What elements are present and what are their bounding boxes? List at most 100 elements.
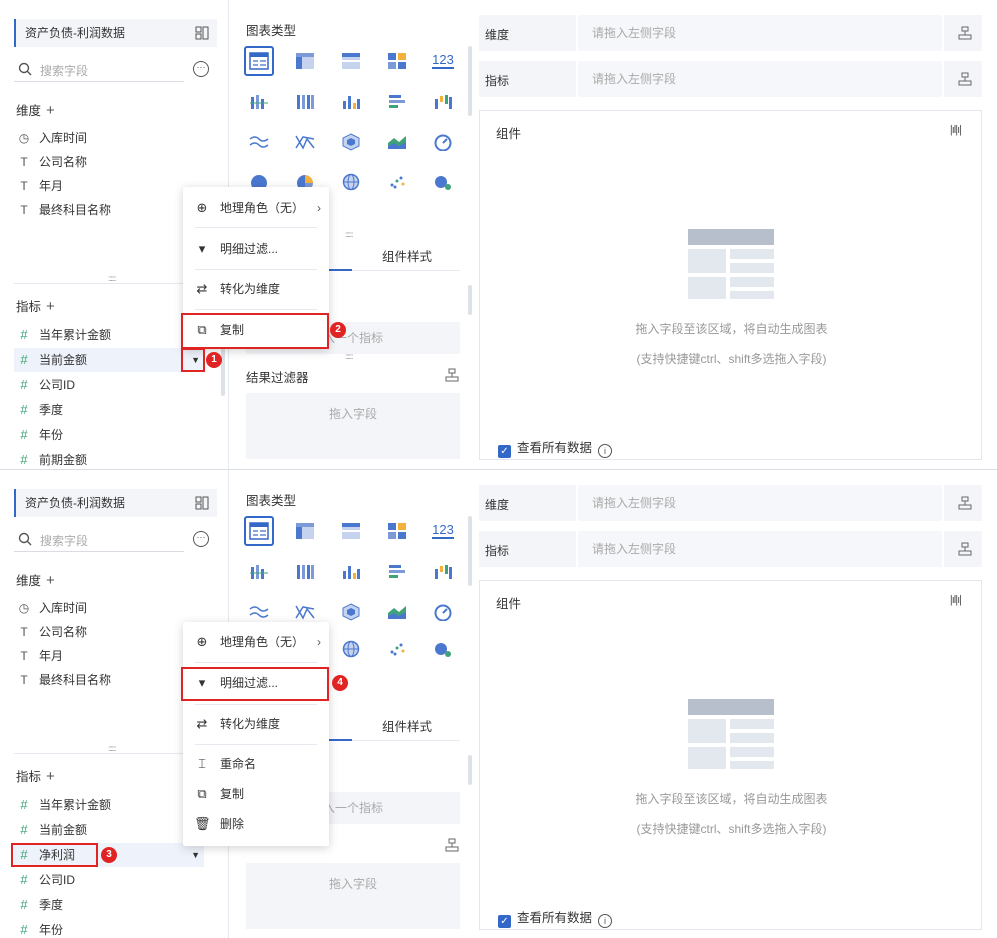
chart-type-switch-icon[interactable]: |ıl|ı| — [950, 594, 962, 606]
menu-item-geo-role[interactable]: ⊕ 地理角色（无） › — [183, 194, 329, 222]
info-icon[interactable]: i — [598, 914, 613, 928]
dimension-field[interactable]: T 公司名称 — [14, 620, 204, 644]
info-icon[interactable]: i — [598, 444, 613, 458]
scatter-chart-icon[interactable] — [382, 167, 412, 197]
cross-table-icon[interactable] — [290, 516, 320, 546]
measure-field[interactable]: # 年份 — [14, 918, 204, 938]
measure-drop-placeholder[interactable]: 请拖入左侧字段 — [576, 531, 944, 567]
tab-component-style[interactable]: 组件样式 — [382, 246, 432, 265]
more-options-icon[interactable]: ··· — [193, 531, 209, 547]
measure-field[interactable]: # 季度 — [14, 398, 204, 422]
menu-item-convert-dimension[interactable]: ⇄ 转化为维度 — [183, 275, 329, 303]
hierarchy-icon[interactable] — [445, 368, 459, 382]
checkbox-checked-icon[interactable]: ✓ — [498, 445, 511, 458]
waterfall-icon[interactable] — [428, 557, 458, 587]
switch-dataset-icon[interactable] — [195, 496, 209, 510]
gauge-icon[interactable] — [428, 597, 458, 627]
hierarchy-icon[interactable] — [958, 72, 972, 86]
menu-item-geo-role[interactable]: ⊕ 地理角色（无） › — [183, 628, 329, 656]
dimension-drop-placeholder[interactable]: 请拖入左侧字段 — [576, 485, 944, 521]
waterfall-icon[interactable] — [428, 87, 458, 117]
scrollbar[interactable] — [468, 285, 472, 315]
cross-table-icon[interactable] — [290, 46, 320, 76]
area-chart-icon[interactable] — [382, 597, 412, 627]
chart-type-switch-icon[interactable]: |ıl|ı| — [950, 124, 962, 136]
scatter-chart-icon[interactable] — [382, 634, 412, 664]
detail-table-icon[interactable] — [336, 46, 366, 76]
field-search-input[interactable]: 搜索字段 — [14, 58, 184, 82]
measure-field[interactable]: # 前期金额 — [14, 448, 204, 469]
number-chart-icon[interactable]: 123 — [428, 516, 458, 546]
gauge-icon[interactable] — [428, 127, 458, 157]
kpi-card-icon[interactable] — [382, 46, 412, 76]
measure-field[interactable]: # 公司ID — [14, 373, 204, 397]
line-chart-icon[interactable] — [244, 127, 274, 157]
stacked-bar-icon[interactable] — [290, 557, 320, 587]
dimension-field[interactable]: T 最终科目名称 — [14, 668, 204, 692]
dimension-field[interactable]: ◷ 入库时间 — [14, 126, 204, 150]
chart-canvas[interactable]: 组件 |ıl|ı| 拖入字段至该区域，将自动生成图表 (支持快捷键ctrl、sh… — [479, 580, 982, 930]
panel-splitter[interactable]: :::::: — [108, 744, 116, 753]
add-dimension-icon[interactable]: + — [46, 102, 55, 119]
field-search-input[interactable]: 搜索字段 — [14, 528, 184, 552]
dimension-field[interactable]: T 年月 — [14, 644, 204, 668]
tab-component-style[interactable]: 组件样式 — [382, 716, 432, 735]
view-all-data-checkbox[interactable]: ✓ 查看所有数据 i — [498, 907, 613, 928]
grouped-bar-icon[interactable] — [244, 557, 274, 587]
measure-field[interactable]: # 公司ID — [14, 868, 204, 892]
measure-field[interactable]: # 当年累计金额 — [14, 793, 204, 817]
add-dimension-icon[interactable]: + — [46, 572, 55, 589]
switch-dataset-icon[interactable] — [195, 26, 209, 40]
measure-slot[interactable]: 指标 请拖入左侧字段 — [479, 531, 982, 567]
hierarchy-icon[interactable] — [445, 838, 459, 852]
dataset-selector[interactable]: 资产负债-利润数据 — [14, 19, 217, 47]
view-all-data-checkbox[interactable]: ✓ 查看所有数据 i — [498, 437, 613, 458]
table-chart-icon[interactable] — [244, 46, 274, 76]
dimension-field[interactable]: T 年月 — [14, 174, 204, 198]
hierarchy-icon[interactable] — [958, 496, 972, 510]
menu-item-delete[interactable]: 🗑 删除 — [183, 810, 329, 838]
stacked-bar-icon[interactable] — [290, 87, 320, 117]
dimension-drop-placeholder[interactable]: 请拖入左侧字段 — [576, 15, 944, 51]
hierarchy-icon[interactable] — [958, 26, 972, 40]
measure-field[interactable]: # 当年累计金额 — [14, 323, 204, 347]
bar-chart-icon[interactable] — [382, 557, 412, 587]
table-chart-icon[interactable] — [244, 516, 274, 546]
dimension-slot[interactable]: 维度 请拖入左侧字段 — [479, 485, 982, 521]
detail-table-icon[interactable] — [336, 516, 366, 546]
field-menu-caret[interactable]: ▼ — [191, 843, 200, 867]
cross-line-icon[interactable] — [290, 127, 320, 157]
column-chart-icon[interactable] — [336, 557, 366, 587]
panel-splitter[interactable]: :::::: — [345, 352, 353, 361]
measure-drop-placeholder[interactable]: 请拖入左侧字段 — [576, 61, 944, 97]
column-chart-icon[interactable] — [336, 87, 366, 117]
measure-field[interactable]: # 年份 — [14, 423, 204, 447]
measure-field[interactable]: # 当前金额 — [14, 818, 204, 842]
menu-item-convert-dimension[interactable]: ⇄ 转化为维度 — [183, 710, 329, 738]
scrollbar[interactable] — [468, 516, 472, 586]
bar-chart-icon[interactable] — [382, 87, 412, 117]
more-options-icon[interactable]: ··· — [193, 61, 209, 77]
number-chart-icon[interactable]: 123 — [428, 46, 458, 76]
panel-splitter[interactable]: :::::: — [108, 274, 116, 283]
radar-icon[interactable] — [336, 127, 366, 157]
panel-splitter[interactable]: :::::: — [345, 230, 353, 239]
map-chart-icon[interactable] — [336, 634, 366, 664]
dimension-field[interactable]: ◷ 入库时间 — [14, 596, 204, 620]
checkbox-checked-icon[interactable]: ✓ — [498, 915, 511, 928]
dimension-field[interactable]: T 最终科目名称 — [14, 198, 204, 222]
bubble-chart-icon[interactable] — [428, 167, 458, 197]
bubble-chart-icon[interactable] — [428, 634, 458, 664]
dataset-selector[interactable]: 资产负债-利润数据 — [14, 489, 217, 517]
kpi-card-icon[interactable] — [382, 516, 412, 546]
chart-canvas[interactable]: 组件 |ıl|ı| 拖入字段至该区域，将自动生成图表 (支持快捷键ctrl、sh… — [479, 110, 982, 460]
add-measure-icon[interactable]: + — [46, 298, 55, 315]
area-chart-icon[interactable] — [382, 127, 412, 157]
filter-drop-zone[interactable]: 拖入字段 — [246, 393, 460, 459]
measure-slot[interactable]: 指标 请拖入左侧字段 — [479, 61, 982, 97]
menu-item-rename[interactable]: ⌶ 重命名 — [183, 750, 329, 778]
map-chart-icon[interactable] — [336, 167, 366, 197]
hierarchy-icon[interactable] — [958, 542, 972, 556]
menu-item-detail-filter[interactable]: ▾ 明细过滤... — [183, 235, 329, 263]
grouped-bar-icon[interactable] — [244, 87, 274, 117]
